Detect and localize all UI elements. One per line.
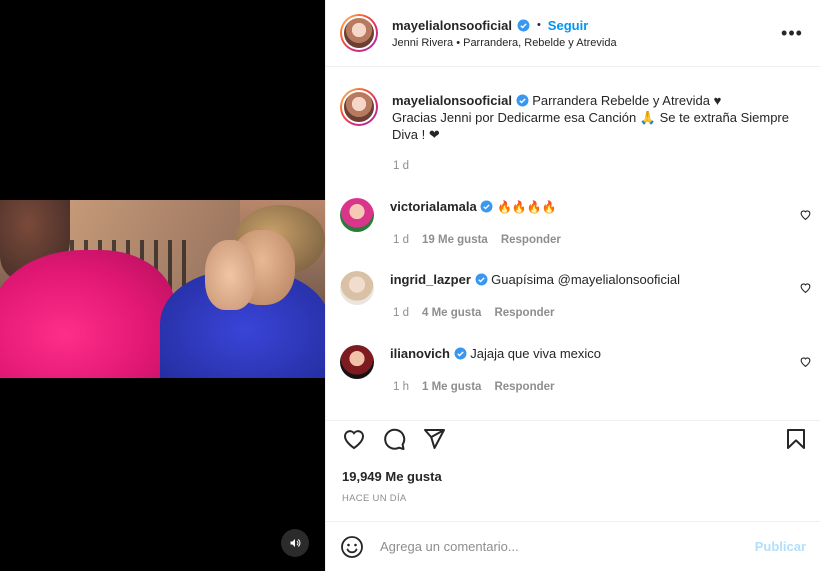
comment-item: ilianovich Jajaja que viva mexico <box>340 345 806 379</box>
post-actions: 19,949 Me gusta HACE UN DÍA <box>326 420 820 523</box>
comment-username[interactable]: ilianovich <box>390 346 450 361</box>
reply-button[interactable]: Responder <box>494 307 554 319</box>
volume-icon <box>290 539 301 547</box>
author-username[interactable]: mayelialonsooficial <box>392 18 512 33</box>
comment-likes[interactable]: 19 Me gusta <box>422 234 488 246</box>
comment-meta: 1 h 1 Me gusta Responder <box>393 381 555 393</box>
comment-time[interactable]: 1 h <box>393 381 409 393</box>
verified-icon <box>475 273 488 286</box>
share-icon[interactable] <box>422 427 446 451</box>
emoji-icon[interactable] <box>340 535 364 559</box>
video-frame[interactable] <box>0 200 325 378</box>
caption-meta: 1 d <box>393 160 409 172</box>
avatar[interactable] <box>340 88 378 126</box>
separator-dot: • <box>536 19 541 31</box>
comment-username[interactable]: ingrid_lazper <box>390 272 471 287</box>
comment-username[interactable]: victorialamala <box>390 199 477 214</box>
comment-item: ingrid_lazper Guapísima @mayelialonsoofi… <box>340 271 806 305</box>
heart-icon[interactable] <box>799 208 812 221</box>
avatar[interactable] <box>340 345 374 379</box>
comment-input[interactable] <box>380 539 755 554</box>
heart-icon[interactable] <box>342 427 366 451</box>
caption-text: Gracias Jenni por Dedicarme esa Canción … <box>392 110 789 125</box>
heart-icon[interactable] <box>799 355 812 368</box>
avatar[interactable] <box>340 198 374 232</box>
reply-button[interactable]: Responder <box>494 381 554 393</box>
verified-icon <box>454 347 467 360</box>
post-modal: mayelialonsooficial • Seguir Jenni River… <box>0 0 820 571</box>
comment-likes[interactable]: 4 Me gusta <box>422 307 481 319</box>
comment-text: Jajaja que viva mexico <box>470 346 602 361</box>
comment-time[interactable]: 1 d <box>393 307 409 319</box>
likes-count[interactable]: 19,949 Me gusta <box>342 469 442 484</box>
comments-list[interactable]: mayelialonsooficial Parrandera Rebelde y… <box>326 68 820 420</box>
comment-meta: 1 d 19 Me gusta Responder <box>393 234 561 246</box>
verified-icon <box>517 19 530 31</box>
video-player[interactable] <box>0 0 325 571</box>
avatar[interactable] <box>340 14 378 52</box>
caption-time[interactable]: 1 d <box>393 160 409 172</box>
bookmark-icon[interactable] <box>784 427 808 451</box>
volume-button[interactable] <box>281 529 309 557</box>
comment-time[interactable]: 1 d <box>393 234 409 246</box>
audio-subtitle[interactable]: Jenni Rivera • Parrandera, Rebelde y Atr… <box>392 37 780 49</box>
follow-button[interactable]: Seguir <box>548 18 588 33</box>
publish-button[interactable]: Publicar <box>755 539 806 554</box>
comment-meta: 1 d 4 Me gusta Responder <box>393 307 555 319</box>
verified-icon <box>516 94 529 107</box>
comment-likes[interactable]: 1 Me gusta <box>422 381 481 393</box>
caption-username[interactable]: mayelialonsooficial <box>392 93 512 108</box>
post-panel: mayelialonsooficial • Seguir Jenni River… <box>325 0 820 571</box>
verified-icon <box>480 200 493 213</box>
caption-text: Diva ! ❤ <box>392 127 440 142</box>
comment-text: 🔥🔥🔥🔥 <box>496 200 557 214</box>
heart-icon[interactable] <box>799 281 812 294</box>
post-date[interactable]: HACE UN DÍA <box>342 493 407 504</box>
comment-text: Guapísima @mayelialonsooficial <box>491 272 680 287</box>
avatar[interactable] <box>340 271 374 305</box>
add-comment-bar: Publicar <box>326 521 820 571</box>
post-header: mayelialonsooficial • Seguir Jenni River… <box>326 0 820 67</box>
comment-item: victorialamala 🔥🔥🔥🔥 <box>340 198 806 232</box>
caption-text: Parrandera Rebelde y Atrevida ♥ <box>532 93 722 108</box>
comment-icon[interactable] <box>382 427 406 451</box>
caption: mayelialonsooficial Parrandera Rebelde y… <box>340 88 806 143</box>
reply-button[interactable]: Responder <box>501 234 561 246</box>
more-icon[interactable]: ••• <box>780 23 804 44</box>
